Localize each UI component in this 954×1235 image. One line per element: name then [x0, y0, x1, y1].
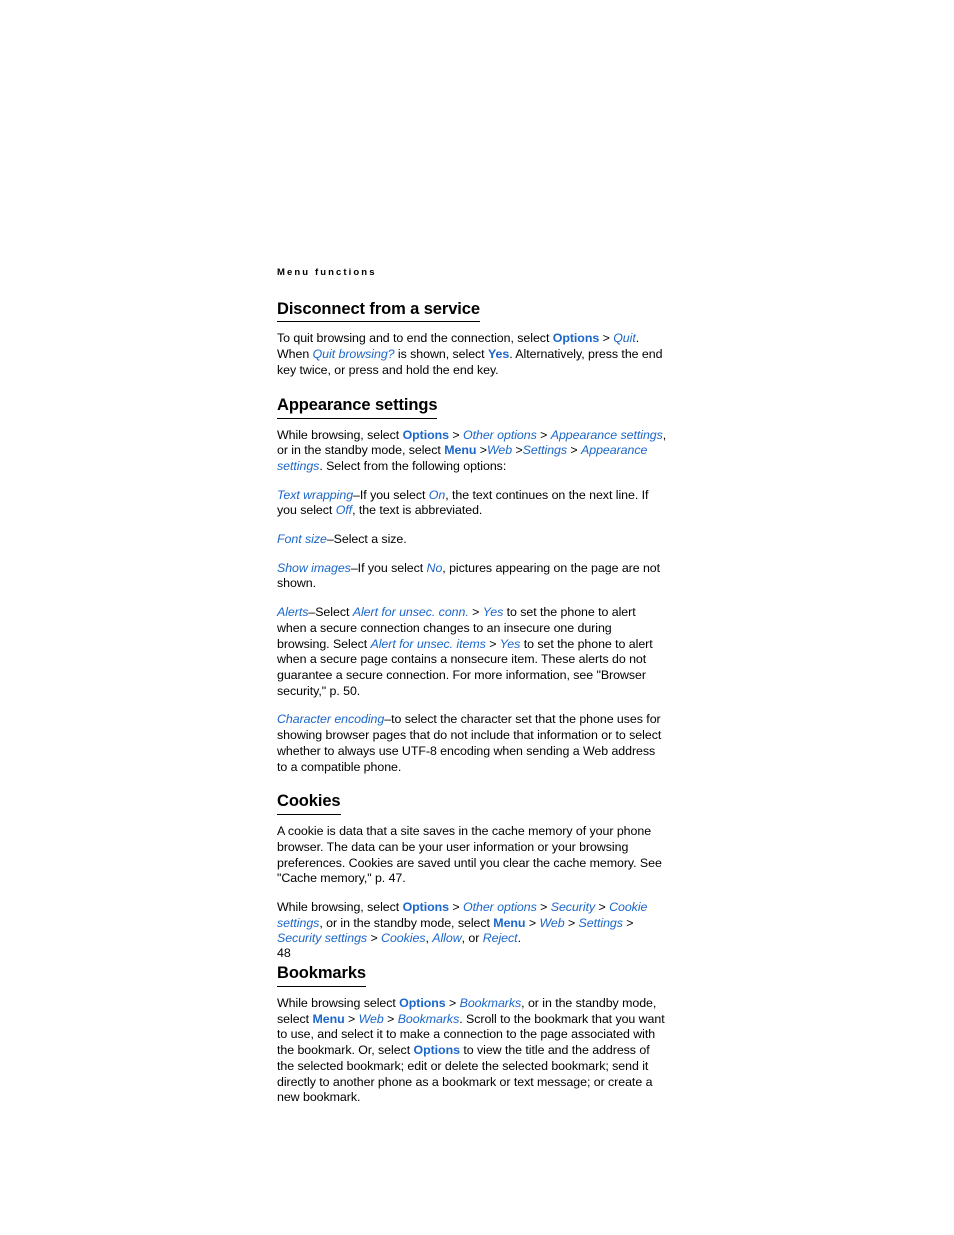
path-separator: >	[536, 427, 551, 442]
path-separator: >	[449, 899, 464, 914]
paragraph-appearance-p2-text-wrapping: Text wrapping–If you select On, the text…	[277, 487, 649, 518]
ui-term: Options	[413, 1043, 460, 1058]
path-separator: >	[599, 331, 614, 346]
ui-term: No	[426, 560, 443, 575]
sections-container: Disconnect from a service To quit browsin…	[277, 300, 667, 1106]
ui-term: Font size	[277, 532, 327, 547]
ui-term: Web	[486, 443, 513, 458]
ui-term: Security	[550, 899, 596, 914]
section-bookmarks: Bookmarks While browsing select Options >…	[277, 964, 667, 1106]
section-cookies: Cookies A cookie is data that a site save…	[277, 792, 667, 947]
section-heading-appearance-settings: Appearance settings	[277, 396, 438, 419]
ui-term: Bookmarks	[397, 1011, 460, 1026]
ui-term: Web	[358, 1011, 384, 1026]
paragraph-cookies-p2: While browsing, select Options > Other o…	[277, 899, 648, 946]
ui-term: Cookies	[381, 931, 426, 946]
paragraph-appearance-p4-show-images: Show images–If you select No, pictures a…	[277, 560, 661, 591]
ui-term: Menu	[444, 443, 477, 458]
path-separator: >	[476, 443, 487, 458]
ui-term: Alerts	[277, 605, 309, 620]
path-separator: >	[595, 899, 610, 914]
ui-term: Off	[335, 503, 353, 518]
ui-term: Other options	[463, 899, 537, 914]
ui-term: Text wrapping	[277, 487, 354, 502]
path-separator: >	[445, 996, 460, 1011]
ui-term: Alert for unsec. conn.	[352, 605, 469, 620]
ui-term: Bookmarks	[459, 996, 522, 1011]
ui-term: Appearance settings	[550, 427, 663, 442]
ui-term: Quit	[613, 331, 636, 346]
section-heading-disconnect-from-a-service: Disconnect from a service	[277, 300, 480, 323]
heading-row: Bookmarks	[277, 964, 667, 996]
ui-term: Security settings	[277, 931, 368, 946]
ui-term: Other options	[463, 427, 537, 442]
paragraph-appearance-p1: While browsing, select Options > Other o…	[277, 427, 667, 473]
path-separator: >	[525, 915, 540, 930]
path-separator: >	[485, 636, 500, 651]
ui-term: Settings	[522, 443, 568, 458]
section-disconnect-from-a-service: Disconnect from a service To quit browsin…	[277, 300, 667, 379]
path-separator: >	[567, 443, 582, 458]
ui-term: On	[428, 487, 446, 502]
paragraph-cookies-p1: A cookie is data that a site saves in th…	[277, 824, 662, 886]
paragraph-appearance-p5-alerts: Alerts–Select Alert for unsec. conn. > Y…	[277, 605, 653, 698]
ui-term: Reject	[482, 931, 518, 946]
ui-term: Menu	[312, 1011, 345, 1026]
ui-term: Show images	[277, 560, 351, 575]
page-number: 48	[277, 946, 291, 960]
ui-term: Options	[399, 996, 446, 1011]
heading-row: Disconnect from a service	[277, 300, 667, 332]
heading-row: Appearance settings	[277, 396, 667, 428]
path-separator: >	[536, 899, 551, 914]
heading-row: Cookies	[277, 792, 667, 824]
ui-term: Options	[402, 427, 450, 442]
path-separator: >	[344, 1011, 359, 1026]
section-heading-bookmarks: Bookmarks	[277, 964, 366, 988]
ui-term: Options	[552, 331, 600, 346]
ui-term: Settings	[578, 915, 623, 930]
ui-term: Yes	[487, 347, 510, 362]
ui-term: Character encoding	[277, 712, 385, 727]
paragraph-appearance-p3-font-size: Font size–Select a size.	[277, 532, 407, 547]
section-heading-cookies: Cookies	[277, 792, 341, 816]
ui-term: Yes	[499, 636, 521, 651]
ui-term: Yes	[482, 605, 504, 620]
path-separator: >	[468, 605, 483, 620]
ui-term: Menu	[493, 915, 526, 930]
ui-term: Allow	[432, 931, 462, 946]
path-separator: >	[564, 915, 579, 930]
paragraph-disconnect-p1: To quit browsing and to end the connecti…	[277, 331, 663, 377]
path-separator: >	[622, 915, 634, 930]
section-appearance-settings: Appearance settings While browsing, selec…	[277, 396, 667, 776]
path-separator: >	[367, 931, 382, 946]
ui-term: Options	[402, 899, 450, 914]
ui-term: Alert for unsec. items	[370, 636, 486, 651]
path-separator: >	[512, 443, 523, 458]
path-separator: >	[449, 427, 464, 442]
ui-term: Quit browsing?	[312, 347, 395, 362]
path-separator: >	[383, 1011, 398, 1026]
running-head: Menu functions	[277, 267, 377, 278]
paragraph-appearance-p6-character-encoding: Character encoding–to select the charact…	[277, 712, 662, 774]
page-content: Menu functions Disconnect from a service…	[277, 268, 667, 1106]
ui-term: Web	[539, 915, 565, 930]
paragraph-bookmarks-p1: While browsing select Options > Bookmark…	[277, 996, 665, 1105]
